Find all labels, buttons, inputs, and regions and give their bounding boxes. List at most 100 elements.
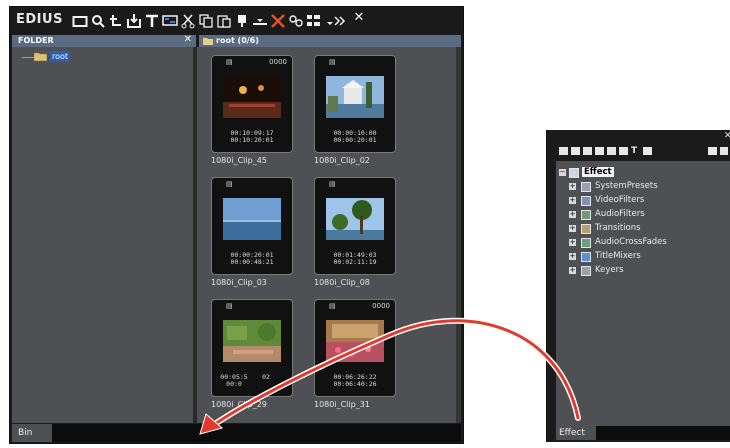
search-icon[interactable] xyxy=(90,13,106,29)
effect-category-label: Keyers xyxy=(595,265,624,275)
effect-category-icon xyxy=(581,252,591,262)
import-icon[interactable] xyxy=(126,13,142,29)
folder-icon xyxy=(569,168,579,178)
effect-toolbar-icon[interactable] xyxy=(643,147,652,155)
effect-toolbar-icon[interactable] xyxy=(559,147,568,155)
paste-icon[interactable] xyxy=(216,13,232,29)
expand-icon[interactable]: + xyxy=(569,253,576,260)
new-folder-icon[interactable] xyxy=(72,13,88,29)
effect-toolbar-icon[interactable] xyxy=(571,147,580,155)
clip-card[interactable]: ▤ 00:00:20:01 00:00:48:21 xyxy=(211,177,293,275)
clip-item[interactable]: ▤ 00:00:20:01 00:00:48:21 1080i_Clip_03 xyxy=(211,177,293,295)
effect-tree-item[interactable]: + TitleMixers xyxy=(556,250,730,264)
folder-header-label: FOLDER xyxy=(18,36,54,45)
properties-icon[interactable] xyxy=(288,13,304,29)
effect-category-label: AudioCrossFades xyxy=(595,237,667,247)
effect-category-label: AudioFilters xyxy=(595,209,645,219)
expand-icon[interactable]: + xyxy=(569,211,576,218)
effect-toolbar-icon[interactable] xyxy=(619,147,628,155)
effect-toolbar-icon[interactable] xyxy=(595,147,604,155)
expand-icon[interactable]: + xyxy=(569,197,576,204)
add-to-timeline-icon[interactable] xyxy=(234,13,250,29)
close-icon[interactable]: ✕ xyxy=(351,10,367,26)
expand-icon[interactable]: + xyxy=(569,267,576,274)
effect-tab-bar xyxy=(596,426,730,440)
effect-category-icon xyxy=(581,210,591,220)
effect-category-icon xyxy=(581,182,591,192)
expand-icon[interactable]: + xyxy=(569,239,576,246)
clip-item[interactable]: ▤ 00:00:10:00 00:00:20:01 1080i_Clip_02 xyxy=(314,55,396,173)
clip-item[interactable]: ▤ 00:01:49:03 00:02:11:19 1080i_Clip_08 xyxy=(314,177,396,295)
tab-effect[interactable]: Effect xyxy=(556,426,596,440)
effect-tree-item[interactable]: + SystemPresets xyxy=(556,180,730,194)
cut-icon[interactable] xyxy=(180,13,196,29)
effect-tree-pane: − Effect + SystemPresets + VideoFilters + Aud… xyxy=(556,161,730,426)
tree-connector xyxy=(22,57,34,58)
effect-window: ✕ T − Effect + SystemPresets + VideoFilters… xyxy=(546,130,730,442)
copy-icon[interactable] xyxy=(198,13,214,29)
tab-bin-label: Bin xyxy=(18,428,33,438)
clip-thumbnail xyxy=(326,198,384,240)
clip-type-icon: ▤ xyxy=(329,58,336,66)
effect-toolbar-icon[interactable] xyxy=(583,147,592,155)
effect-category-icon xyxy=(581,196,591,206)
clip-thumbnail xyxy=(326,76,384,118)
clip-item[interactable]: ▤ 0000 00:06:26:22 00:06:40:26 1080i_Clip_31 xyxy=(314,299,396,417)
effect-tree-item[interactable]: + Keyers xyxy=(556,264,730,278)
clip-thumbnail xyxy=(326,320,384,362)
clip-name: 1080i_Clip_45 xyxy=(211,156,267,165)
clip-name: 1080i_Clip_02 xyxy=(314,156,370,165)
dropdown-icon[interactable] xyxy=(322,13,333,29)
effect-root-label: Effect xyxy=(582,167,614,177)
effect-tree-item[interactable]: + VideoFilters xyxy=(556,194,730,208)
effect-tree-item[interactable]: + AudioCrossFades xyxy=(556,236,730,250)
effect-category-label: TitleMixers xyxy=(595,251,641,261)
parent-folder-icon[interactable] xyxy=(108,13,124,29)
bin-toolbar: EDIUS ✕ xyxy=(10,7,463,35)
clip-code: 0000 xyxy=(372,302,390,310)
effect-category-icon xyxy=(581,224,591,234)
replace-icon[interactable] xyxy=(252,13,268,29)
clip-card[interactable]: ▤ 00:00:10:00 00:00:20:01 xyxy=(314,55,396,153)
effect-category-icon xyxy=(581,266,591,276)
folder-tree-item-root[interactable]: root xyxy=(50,51,71,62)
tab-bin[interactable]: Bin xyxy=(12,424,52,442)
clip-card[interactable]: ▤ 0000 00:10:09:17 00:10:20:01 xyxy=(211,55,293,153)
more-icon[interactable] xyxy=(332,13,348,29)
folder-pane-close-icon[interactable]: ✕ xyxy=(184,34,192,46)
clip-card[interactable]: ▤ 00:01:49:03 00:02:11:19 xyxy=(314,177,396,275)
clip-item[interactable]: ▤ 0000 00:10:09:17 00:10:20:01 1080i_Clip_45 xyxy=(211,55,293,173)
clip-type-icon: ▤ xyxy=(226,302,233,310)
collapse-icon[interactable]: − xyxy=(559,169,566,176)
clip-type-icon: ▤ xyxy=(329,180,336,188)
effect-toolbar-icon[interactable] xyxy=(708,147,717,155)
clip-type-icon: ▤ xyxy=(226,58,233,66)
effect-tree-item[interactable]: + Transitions xyxy=(556,222,730,236)
sequence-icon[interactable] xyxy=(162,13,178,29)
effect-toolbar-icon[interactable] xyxy=(607,147,616,155)
effect-tree-item[interactable]: + AudioFilters xyxy=(556,208,730,222)
brand-logo: EDIUS xyxy=(16,12,63,27)
folder-pane: root xyxy=(12,47,193,423)
expand-icon[interactable]: + xyxy=(569,225,576,232)
effect-tree-root[interactable]: − Effect xyxy=(556,166,730,180)
delete-icon[interactable] xyxy=(270,13,286,29)
clip-item[interactable]: ▤ 00:05:5 00:0 02 1080i_Clip_29 xyxy=(211,299,293,417)
effect-toolbar-icon[interactable] xyxy=(720,147,728,155)
clip-out-timecode: 00:00:48:21 xyxy=(230,258,274,266)
clip-name: 1080i_Clip_08 xyxy=(314,278,370,287)
clip-name: 1080i_Clip_31 xyxy=(314,400,370,409)
clip-type-icon: ▤ xyxy=(329,302,336,310)
title-icon[interactable]: T xyxy=(631,147,640,156)
effect-category-icon xyxy=(581,238,591,248)
clip-thumbnail xyxy=(223,320,281,362)
effect-category-label: VideoFilters xyxy=(595,195,645,205)
clip-card[interactable]: ▤ 00:05:5 00:0 02 xyxy=(211,299,293,397)
effect-category-label: SystemPresets xyxy=(595,181,658,191)
expand-icon[interactable]: + xyxy=(569,183,576,190)
clip-pane-scrollbar[interactable] xyxy=(456,47,461,423)
view-mode-icon[interactable] xyxy=(306,13,322,29)
title-icon[interactable] xyxy=(144,13,160,29)
close-icon[interactable]: ✕ xyxy=(724,131,730,141)
clip-card[interactable]: ▤ 0000 00:06:26:22 00:06:40:26 xyxy=(314,299,396,397)
